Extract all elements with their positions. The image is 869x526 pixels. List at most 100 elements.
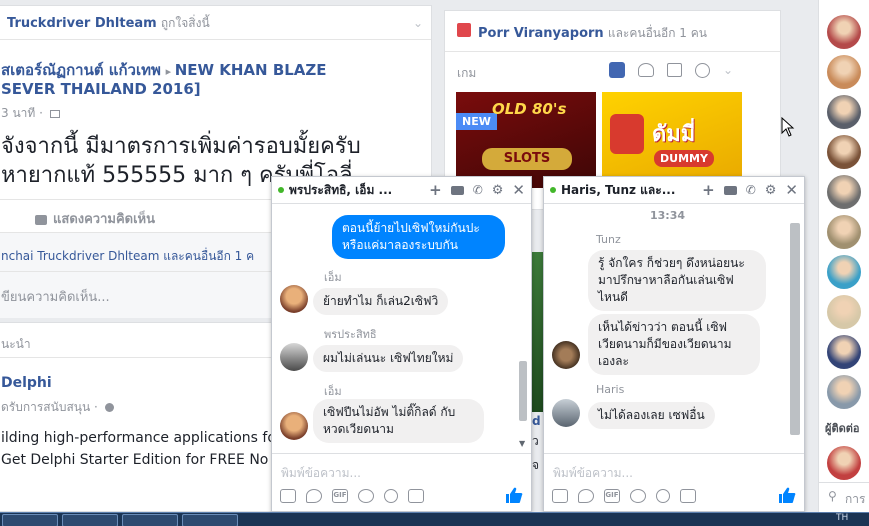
- avatar[interactable]: [552, 341, 580, 369]
- post-header: สเตอร์ณัฏกานต์ แก้วเทพ ▸ NEW KHAN BLAZE: [1, 58, 327, 82]
- add-people-icon[interactable]: +: [429, 182, 442, 198]
- comment-input[interactable]: ขียนความคิดเห็น...: [1, 286, 110, 307]
- video-call-icon[interactable]: [450, 185, 464, 195]
- contact-avatar[interactable]: [827, 375, 861, 409]
- photo-icon[interactable]: [552, 489, 568, 503]
- taskbar-app-button[interactable]: [182, 514, 238, 526]
- message-line: มาปรึกษาหาลือกันเล่นเซิฟ: [598, 273, 734, 287]
- scrollbar-thumb[interactable]: [519, 361, 527, 421]
- gif-icon[interactable]: GIF: [332, 489, 348, 503]
- taskbar-clock[interactable]: TH: [836, 513, 848, 523]
- friends-icon[interactable]: [638, 63, 654, 77]
- chat1-sent-message: ตอนนี้ย้ายไปเซิฟใหม่กันปะ หรือแค่มาลองระ…: [332, 215, 505, 259]
- chat1-message: ย้ายทำไม ก็เล่น2เซิฟวิ: [313, 288, 449, 315]
- contact-avatar[interactable]: [827, 335, 861, 369]
- new-badge: NEW: [456, 113, 497, 130]
- game-tile-dummy[interactable]: ดัมมี่ DUMMY: [602, 92, 742, 188]
- gear-icon[interactable]: ⚙: [492, 184, 504, 197]
- globe-icon: [104, 403, 114, 412]
- chat1-header[interactable]: พรประสิทธิ, เอ็ม ... + ✆ ⚙ ✕: [272, 177, 531, 204]
- friend-link[interactable]: Porr Viranyaporn: [478, 26, 604, 41]
- camera-icon[interactable]: [680, 489, 696, 503]
- post-options-chevron-icon[interactable]: ⌄: [413, 16, 423, 30]
- contact-avatar[interactable]: [827, 95, 861, 129]
- contact-avatar[interactable]: [827, 55, 861, 89]
- message-line: หรือแค่มาลองระบบกัน: [342, 238, 458, 252]
- contact-avatar[interactable]: [827, 255, 861, 289]
- chevron-down-icon[interactable]: ⌄: [723, 63, 733, 77]
- gear-icon[interactable]: ⚙: [765, 184, 777, 197]
- video-call-icon[interactable]: [723, 185, 737, 195]
- attachment-icon[interactable]: [656, 489, 670, 503]
- scrollbar-thumb[interactable]: [790, 223, 800, 435]
- games-activity: Porr Viranyaporn และคนอื่นอีก 1 คน: [478, 24, 707, 43]
- message-line: เซิฟปีนไม่อัพ ไม่ติ๊กิลด์ กับ: [323, 405, 456, 419]
- chat2-message: เห็นได้ข่าวว่า ตอนนี้ เซิฟ เวียดนามก็มีข…: [588, 314, 760, 375]
- avatar[interactable]: [280, 412, 308, 440]
- post-target-link-2[interactable]: SEVER THAILAND 2016]: [1, 80, 201, 98]
- camera-icon[interactable]: [408, 489, 424, 503]
- arrow-right-icon: ▸: [165, 65, 175, 78]
- contact-avatar[interactable]: [827, 175, 861, 209]
- thumbs-up-icon[interactable]: [778, 487, 796, 504]
- post-author-link[interactable]: สเตอร์ณัฏกานต์ แก้วเทพ: [1, 61, 161, 79]
- photo-icon[interactable]: [280, 489, 296, 503]
- contact-avatar[interactable]: [827, 446, 861, 480]
- add-people-icon[interactable]: +: [702, 182, 715, 198]
- partial-link[interactable]: d: [532, 414, 541, 428]
- post-time[interactable]: 3 นาที ·: [1, 106, 43, 120]
- contact-avatar[interactable]: [827, 135, 861, 169]
- game2-title: ดัมมี่: [652, 122, 696, 147]
- attachment-icon[interactable]: [384, 489, 398, 503]
- close-icon[interactable]: ✕: [512, 182, 525, 198]
- chat2-title[interactable]: Haris, Tunz และ...: [561, 181, 675, 200]
- gift-icon: [457, 23, 471, 37]
- close-icon[interactable]: ✕: [785, 182, 798, 198]
- emoji-icon[interactable]: [358, 489, 374, 503]
- chat1-tools: GIF: [280, 489, 424, 503]
- post-text-line: จังจากนี้ มีมาตรการเพิ่มค่ารอบมั้ยครับ: [1, 134, 361, 159]
- share-icon[interactable]: [695, 62, 710, 78]
- message-input[interactable]: พิมพ์ข้อความ...: [553, 464, 633, 483]
- scroll-down-icon[interactable]: ▼: [519, 439, 525, 448]
- message-input[interactable]: พิมพ์ข้อความ...: [281, 464, 361, 483]
- contacts-search[interactable]: ⚲ การ: [819, 482, 869, 512]
- chat1-title[interactable]: พรประสิทธิ, เอ็ม ...: [289, 181, 392, 200]
- thumbs-up-icon[interactable]: [505, 487, 523, 504]
- sticker-icon[interactable]: [306, 489, 322, 503]
- taskbar-app-button[interactable]: [122, 514, 178, 526]
- chat2-timestamp: 13:34: [650, 209, 686, 222]
- chat2-header[interactable]: Haris, Tunz และ... + ✆ ⚙ ✕: [544, 177, 804, 204]
- contact-avatar[interactable]: [827, 15, 861, 49]
- avatar[interactable]: [552, 399, 580, 427]
- sticker-icon[interactable]: [578, 489, 594, 503]
- contact-avatar[interactable]: [827, 215, 861, 249]
- message-sender: Tunz: [596, 233, 621, 246]
- sponsor-page-link[interactable]: Delphi: [1, 375, 52, 391]
- post-target-link[interactable]: NEW KHAN BLAZE: [175, 61, 327, 79]
- likes-names[interactable]: nchai Truckdriver Dhlteam: [1, 249, 159, 263]
- contact-avatar[interactable]: [827, 295, 861, 329]
- comment-action-button[interactable]: แสดงความคิดเห็น: [35, 208, 155, 229]
- taskbar-app-button[interactable]: [2, 514, 58, 526]
- phone-icon[interactable]: ✆: [746, 184, 756, 196]
- taskbar-app-button[interactable]: [62, 514, 118, 526]
- message-line: เองละ: [598, 354, 629, 368]
- chat2-scrollbar[interactable]: [789, 205, 801, 453]
- chat2-header-icons: + ✆ ⚙ ✕: [702, 182, 798, 198]
- like-icon[interactable]: [609, 62, 625, 78]
- chat1-header-icons: + ✆ ⚙ ✕: [429, 182, 525, 198]
- contacts-sidebar: ผู้ติดต่อ ⚲ การ: [818, 0, 869, 512]
- likes-summary[interactable]: nchai Truckdriver Dhlteam และคนอื่นอีก 1…: [1, 247, 254, 266]
- chat1-scrollbar[interactable]: ▼: [517, 205, 529, 453]
- game-tile-slots[interactable]: NEW OLD 80's SLOTS: [456, 92, 596, 188]
- gif-icon[interactable]: GIF: [604, 489, 620, 503]
- message-icon[interactable]: [667, 63, 682, 77]
- divider: [445, 51, 780, 52]
- liker-link[interactable]: Truckdriver Dhlteam: [7, 16, 157, 31]
- emoji-icon[interactable]: [630, 489, 646, 503]
- search-input[interactable]: การ: [845, 490, 865, 509]
- avatar[interactable]: [280, 343, 308, 371]
- avatar[interactable]: [280, 285, 308, 313]
- phone-icon[interactable]: ✆: [473, 184, 483, 196]
